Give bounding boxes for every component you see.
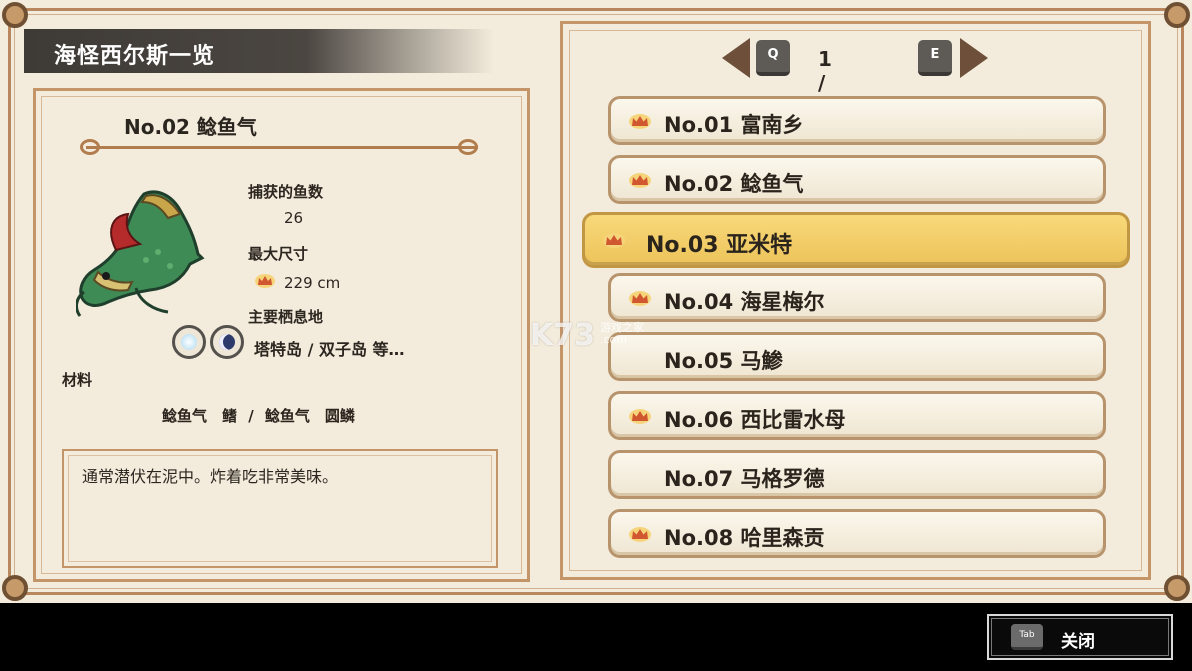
prev-page-key[interactable]: Q bbox=[756, 40, 790, 76]
close-label: 关闭 bbox=[1061, 632, 1095, 652]
description-text: 通常潜伏在泥中。炸着吃非常美味。 bbox=[82, 467, 339, 486]
title-bar: 海怪西尔斯一览 bbox=[24, 29, 494, 73]
list-item-label: No.01 富南乡 bbox=[664, 113, 804, 137]
watermark-text: 游戏之家 .com bbox=[600, 321, 644, 346]
prev-page-arrow-icon[interactable] bbox=[722, 38, 750, 78]
title-divider bbox=[86, 146, 478, 149]
list-item[interactable]: No.07 马格罗德 bbox=[608, 450, 1106, 499]
fish-name: No.02 鲶鱼气 bbox=[124, 115, 257, 139]
corner-ornament-icon bbox=[2, 2, 28, 28]
caught-count-value: 26 bbox=[284, 209, 304, 227]
list-item-label: No.07 马格罗德 bbox=[664, 467, 825, 491]
encyclopedia-screen: 海怪西尔斯一览 No.02 鲶鱼气 捕获的鱼数 26 最大尺寸 229 cm 主… bbox=[0, 0, 1192, 603]
next-page-key[interactable]: E bbox=[918, 40, 952, 76]
crown-icon bbox=[629, 291, 651, 306]
max-size-label: 最大尺寸 bbox=[248, 245, 309, 263]
list-item-selected[interactable]: No.03 亚米特 bbox=[582, 212, 1130, 268]
habitat-value: 塔特岛 / 双子岛 等… bbox=[254, 340, 405, 359]
next-page-arrow-icon[interactable] bbox=[960, 38, 988, 78]
list-item-label: No.06 西比雷水母 bbox=[664, 408, 846, 432]
night-icon bbox=[210, 325, 244, 359]
crown-icon bbox=[629, 527, 651, 542]
caught-count-label: 捕获的鱼数 bbox=[248, 183, 324, 201]
list-item[interactable]: No.01 富南乡 bbox=[608, 96, 1106, 145]
list-item[interactable]: No.02 鲶鱼气 bbox=[608, 155, 1106, 204]
list-item[interactable]: No.04 海星梅尔 bbox=[608, 273, 1106, 322]
crown-icon bbox=[629, 409, 651, 424]
list-item-label: No.04 海星梅尔 bbox=[664, 290, 825, 314]
ornament-curl-icon bbox=[458, 139, 478, 155]
materials-label: 材料 bbox=[62, 371, 93, 389]
page-title: 海怪西尔斯一览 bbox=[54, 44, 216, 69]
list-item-label: No.02 鲶鱼气 bbox=[664, 172, 804, 196]
catfish-image bbox=[76, 190, 205, 317]
corner-ornament-icon bbox=[2, 575, 28, 601]
habitat-label: 主要栖息地 bbox=[248, 308, 324, 326]
materials-list: 鲶鱼气 鳍 / 鲶鱼气 圆鳞 bbox=[162, 407, 355, 425]
list-item[interactable]: No.08 哈里森贡 bbox=[608, 509, 1106, 558]
crown-icon bbox=[255, 274, 275, 288]
watermark-logo: K73 bbox=[530, 318, 595, 353]
close-button[interactable]: Tab 关闭 bbox=[987, 614, 1173, 660]
list-item-label: No.05 马鯵 bbox=[664, 349, 783, 373]
crown-icon bbox=[629, 114, 651, 129]
list-item-label: No.03 亚米特 bbox=[646, 233, 793, 258]
crown-icon bbox=[603, 233, 625, 248]
corner-ornament-icon bbox=[1164, 575, 1190, 601]
tab-key-icon: Tab bbox=[1011, 624, 1043, 650]
crown-icon bbox=[629, 173, 651, 188]
max-size-value: 229 cm bbox=[284, 274, 341, 292]
list-item[interactable]: No.05 马鯵 bbox=[608, 332, 1106, 381]
list-item[interactable]: No.06 西比雷水母 bbox=[608, 391, 1106, 440]
description-box: 通常潜伏在泥中。炸着吃非常美味。 bbox=[62, 449, 498, 568]
list-item-label: No.08 哈里森贡 bbox=[664, 526, 825, 550]
daytime-icon bbox=[172, 325, 206, 359]
corner-ornament-icon bbox=[1164, 2, 1190, 28]
